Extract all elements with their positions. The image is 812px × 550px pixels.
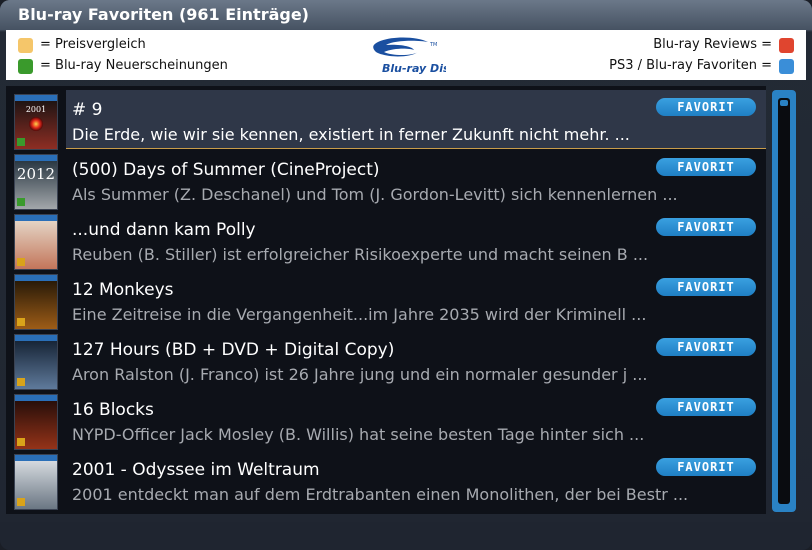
list-item[interactable]: 16 Blocks NYPD-Officer Jack Mosley (B. Wi… bbox=[66, 390, 766, 448]
rating-icon bbox=[17, 498, 25, 506]
svg-text:TM: TM bbox=[429, 42, 437, 48]
item-title: ...und dann kam Polly bbox=[72, 220, 256, 240]
favorit-badge[interactable]: FAVORIT bbox=[656, 158, 756, 176]
rating-icon bbox=[17, 318, 25, 326]
item-title: (500) Days of Summer (CineProject) bbox=[72, 160, 380, 180]
bluray-case-band bbox=[15, 395, 57, 401]
item-description: Eine Zeitreise in die Vergangenheit...im… bbox=[72, 305, 647, 324]
cover-thumbnail[interactable] bbox=[14, 454, 58, 510]
favorit-badge[interactable]: FAVORIT bbox=[656, 218, 756, 236]
bluray-case-band bbox=[15, 95, 57, 101]
item-title: 2001 - Odyssee im Weltraum bbox=[72, 460, 320, 480]
cover-caption: 2012 bbox=[16, 165, 56, 183]
cover-thumbnail[interactable] bbox=[14, 274, 58, 330]
favorit-badge[interactable]: FAVORIT bbox=[656, 458, 756, 476]
bluray-case-band bbox=[15, 455, 57, 461]
item-title: # 9 bbox=[72, 100, 103, 120]
red-swatch-icon bbox=[779, 38, 794, 53]
rating-icon bbox=[17, 138, 25, 146]
rating-icon bbox=[17, 378, 25, 386]
cover-thumbnail[interactable] bbox=[14, 394, 58, 450]
legend-reviews: Blu-ray Reviews = bbox=[653, 37, 772, 52]
yellow-swatch-icon bbox=[18, 38, 33, 53]
scrollbar-thumb[interactable] bbox=[780, 100, 788, 106]
cover-caption: 2001 bbox=[25, 105, 47, 114]
svg-text:Blu-ray Disc: Blu-ray Disc bbox=[382, 62, 446, 75]
bluray-logo: Blu-ray Disc TM bbox=[368, 36, 457, 80]
list-item[interactable]: 2001 - Odyssee im Weltraum 2001 entdeckt … bbox=[66, 450, 766, 508]
favorit-badge[interactable]: FAVORIT bbox=[656, 98, 756, 116]
cover-thumbnail[interactable] bbox=[14, 334, 58, 390]
title-bar: Blu-ray Favoriten (961 Einträge) bbox=[0, 0, 812, 30]
item-description: Reuben (B. Stiller) ist erfolgreicher Ri… bbox=[72, 245, 649, 264]
list-item[interactable]: 12 Monkeys Eine Zeitreise in die Vergange… bbox=[66, 270, 766, 328]
item-description: NYPD-Officer Jack Mosley (B. Willis) hat… bbox=[72, 425, 645, 444]
bluray-case-band bbox=[15, 155, 57, 161]
item-description: Als Summer (Z. Deschanel) und Tom (J. Go… bbox=[72, 185, 678, 204]
cover-thumbnail[interactable]: 2012 bbox=[14, 154, 58, 210]
item-description: Die Erde, wie wir sie kennen, existiert … bbox=[72, 125, 630, 144]
bluray-case-band bbox=[15, 215, 57, 221]
legend-new-releases: = Blu-ray Neuerscheinungen bbox=[40, 58, 228, 73]
list-item[interactable]: ...und dann kam Polly Reuben (B. Stiller)… bbox=[66, 210, 766, 268]
list-item[interactable]: (500) Days of Summer (CineProject) Als Su… bbox=[66, 150, 766, 208]
window-title: Blu-ray Favoriten (961 Einträge) bbox=[18, 5, 309, 24]
green-swatch-icon bbox=[18, 59, 33, 74]
item-title: 127 Hours (BD + DVD + Digital Copy) bbox=[72, 340, 395, 360]
rating-icon bbox=[17, 438, 25, 446]
item-description: Aron Ralston (J. Franco) ist 26 Jahre ju… bbox=[72, 365, 648, 384]
item-title: 16 Blocks bbox=[72, 400, 154, 420]
cover-thumbnail[interactable] bbox=[14, 214, 58, 270]
bottom-bar bbox=[0, 522, 812, 550]
bluray-case-band bbox=[15, 275, 57, 281]
favorit-badge[interactable]: FAVORIT bbox=[656, 278, 756, 296]
list-item[interactable]: # 9 Die Erde, wie wir sie kennen, existie… bbox=[66, 90, 766, 149]
hal-eye-icon bbox=[29, 117, 43, 131]
favorit-badge[interactable]: FAVORIT bbox=[656, 398, 756, 416]
rating-icon bbox=[17, 198, 25, 206]
favorites-list: 2001 2012 # 9 Die Erde, wie wir sie kennen… bbox=[6, 86, 766, 514]
scrollbar[interactable] bbox=[772, 90, 796, 512]
blue-swatch-icon bbox=[779, 59, 794, 74]
scrollbar-track[interactable] bbox=[778, 98, 790, 504]
legend-favorites: PS3 / Blu-ray Favoriten = bbox=[609, 58, 772, 73]
legend-price-compare: = Preisvergleich bbox=[40, 37, 146, 52]
list-item[interactable]: 127 Hours (BD + DVD + Digital Copy) Aron … bbox=[66, 330, 766, 388]
cover-thumbnail[interactable]: 2001 bbox=[14, 94, 58, 150]
item-description: 2001 entdeckt man auf dem Erdtrabanten e… bbox=[72, 485, 689, 504]
favorit-badge[interactable]: FAVORIT bbox=[656, 338, 756, 356]
item-title: 12 Monkeys bbox=[72, 280, 174, 300]
rating-icon bbox=[17, 258, 25, 266]
app-window: Blu-ray Favoriten (961 Einträge) = Preis… bbox=[0, 0, 812, 550]
bluray-case-band bbox=[15, 335, 57, 341]
